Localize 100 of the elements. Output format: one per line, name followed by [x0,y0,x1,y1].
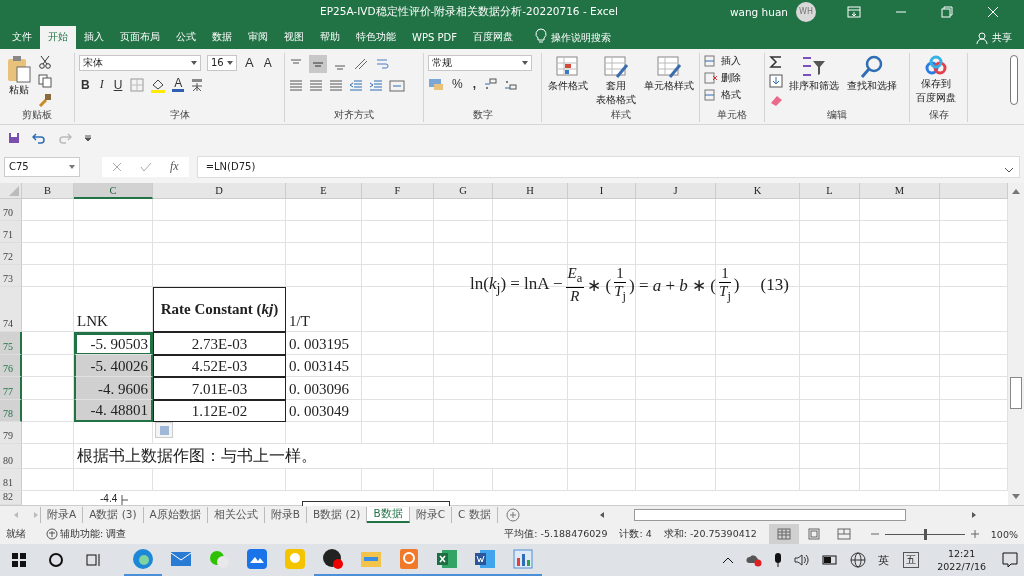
column-header[interactable]: I [568,183,636,200]
grid-cell[interactable] [493,444,568,470]
grid-cell[interactable] [74,221,153,244]
grid-cell[interactable] [860,199,940,222]
input-mode[interactable]: 五 [903,552,920,568]
grid-cell[interactable] [362,377,434,401]
tray-expand-icon[interactable] [722,556,735,564]
ribbon-tab[interactable]: 视图 [276,25,312,49]
grid-cell[interactable] [22,287,74,333]
scroll-right-icon[interactable] [969,511,978,520]
grid-cell[interactable] [493,221,568,244]
globe-icon[interactable] [850,552,867,568]
grid-cell[interactable] [434,469,493,492]
grid-cell[interactable] [636,355,716,378]
sheet-tab[interactable]: 附录C [409,507,452,524]
sheet-tab[interactable]: 附录B [264,507,307,524]
style-button[interactable]: 套用 表格格式 [594,52,638,109]
grid-cell[interactable] [860,265,940,288]
grid-cell[interactable] [860,422,940,445]
grid-cell[interactable] [286,199,362,222]
grid-cell[interactable] [493,400,568,423]
copy-icon[interactable] [38,73,52,88]
grid-cell[interactable] [153,469,286,492]
grid-cell[interactable] [636,199,716,222]
grid-cell[interactable] [493,199,568,222]
grid-cell[interactable] [860,355,940,378]
border-icon[interactable] [130,77,145,92]
accessibility-status[interactable]: 辅助功能: 调查 [60,527,127,541]
grid-cell[interactable] [568,221,636,244]
name-box[interactable]: C75 [4,156,80,177]
row-header[interactable]: 77 [0,377,22,401]
grid-cell[interactable] [434,332,493,356]
grid-cell[interactable] [22,469,74,492]
column-header[interactable]: D [153,183,286,200]
grid-cell[interactable] [362,287,434,333]
grid-cell[interactable] [153,221,286,244]
sheet-tab[interactable]: 附录A [40,507,84,524]
grid-cell[interactable] [493,377,568,401]
grid-cell[interactable] [568,444,636,470]
grid-cell[interactable] [860,332,940,356]
prev-sheet-icon[interactable] [12,511,20,520]
grid-cell[interactable] [716,469,800,492]
grid-cell[interactable] [286,469,362,492]
row-header[interactable]: 73 [0,265,22,288]
grid-cell[interactable] [860,287,940,333]
grid-cell[interactable] [636,221,716,244]
column-header[interactable]: H [493,183,568,200]
ribbon-tab[interactable]: 开始 [40,25,76,49]
grid-cell[interactable] [800,221,860,244]
grid-cell[interactable] [800,444,860,470]
percent-button[interactable]: % [450,76,465,91]
task-view-icon[interactable] [86,552,102,568]
insert-function-button[interactable]: fx [170,159,179,175]
ribbon-scroll-thumb[interactable] [1010,54,1018,105]
grid-cell[interactable] [434,355,493,378]
grid-cell[interactable] [22,265,74,288]
grid-cell[interactable] [493,355,568,378]
grid-cell[interactable] [860,377,940,401]
grid-cell[interactable] [22,221,74,244]
scroll-up-icon[interactable] [1011,187,1021,196]
grid-cell[interactable] [153,265,286,288]
enter-icon[interactable] [140,161,152,172]
grid-cell[interactable] [286,243,362,266]
search-icon[interactable] [48,552,64,568]
increase-indent-icon[interactable] [369,78,383,93]
grid-cell[interactable] [800,287,860,333]
grid-cell[interactable] [636,400,716,423]
shrink-font-button[interactable]: A [261,55,274,70]
font-name-field[interactable]: 宋体 [79,54,201,71]
cells-menu-button[interactable]: 删除 [704,71,741,85]
select-all-icon[interactable] [9,186,19,197]
cancel-icon[interactable] [112,161,122,172]
sum-icon[interactable] [769,54,783,69]
row-header[interactable]: 76 [0,355,22,378]
column-header[interactable]: C [74,183,153,200]
grid-cell[interactable] [362,243,434,266]
grid-cell[interactable] [434,377,493,401]
grid-cell[interactable] [153,243,286,266]
ribbon-display-icon[interactable] [847,5,861,18]
share-button[interactable]: 共享 [970,26,1018,49]
comma-button[interactable]: , [470,76,478,91]
ribbon-tab[interactable]: 插入 [76,25,112,49]
grid-cell[interactable] [800,422,860,445]
ribbon-tab[interactable]: 数据 [204,25,240,49]
middle-align-icon[interactable] [309,54,327,73]
grid-cell[interactable] [434,221,493,244]
grid-cell[interactable] [568,355,636,378]
grid-cell[interactable] [74,265,153,288]
grid-cell[interactable] [568,469,636,492]
grid-cell[interactable] [800,469,860,492]
grid-cell[interactable] [568,422,636,445]
volume-icon[interactable] [794,553,811,567]
grid-cell[interactable] [493,422,568,445]
column-header[interactable]: M [860,183,940,200]
grid-cell[interactable] [860,469,940,492]
row-header[interactable]: 75 [0,332,22,356]
grid-cell[interactable] [716,377,800,401]
grid-cell[interactable] [362,221,434,244]
row-header[interactable]: 82 [0,491,22,506]
row-header[interactable]: 72 [0,243,22,266]
